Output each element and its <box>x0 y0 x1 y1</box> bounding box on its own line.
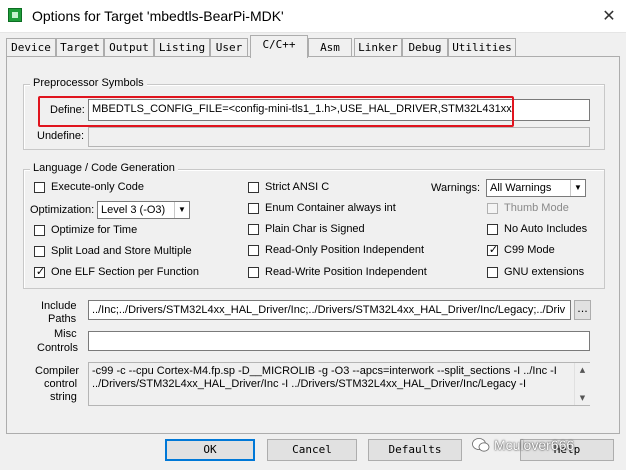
optimization-value: Level 3 (-O3) <box>101 204 166 216</box>
rw-position-checkbox[interactable] <box>248 267 259 278</box>
optimization-select[interactable]: Level 3 (-O3) ▼ <box>97 201 190 219</box>
split-load-checkbox[interactable] <box>34 246 45 257</box>
compiler-label-line3: string <box>50 391 77 403</box>
compiler-control-field[interactable]: -c99 -c --cpu Cortex-M4.fp.sp -D__MICROL… <box>88 362 590 406</box>
c99-mode-label: C99 Mode <box>504 244 555 256</box>
undefine-field[interactable] <box>88 127 590 147</box>
tab-cc[interactable]: C/C++ <box>250 35 308 58</box>
tab-device[interactable]: Device <box>6 38 56 57</box>
defaults-button[interactable]: Defaults <box>368 439 462 461</box>
optimize-time-label: Optimize for Time <box>51 224 138 236</box>
check-icon: ✓ <box>488 243 499 256</box>
one-elf-label: One ELF Section per Function <box>51 266 199 278</box>
misc-label-line2: Controls <box>37 342 78 354</box>
scroll-up-icon[interactable]: ▲ <box>575 363 590 377</box>
c99-mode-checkbox[interactable]: ✓ <box>487 243 499 256</box>
gnu-extensions-label: GNU extensions <box>504 266 585 278</box>
include-paths-field[interactable]: ../Inc;../Drivers/STM32L4xx_HAL_Driver/I… <box>88 300 571 320</box>
plain-char-checkbox[interactable] <box>248 224 259 235</box>
chevron-down-icon: ▼ <box>570 180 585 196</box>
tab-listing[interactable]: Listing <box>154 38 210 57</box>
optimize-time-checkbox[interactable] <box>34 225 45 236</box>
ro-position-checkbox[interactable] <box>248 245 259 256</box>
compiler-line-1: -c99 -c --cpu Cortex-M4.fp.sp -D__MICROL… <box>92 365 557 377</box>
wechat-icon <box>472 438 490 452</box>
check-icon: ✓ <box>35 265 46 278</box>
tab-debug[interactable]: Debug <box>402 38 448 57</box>
no-auto-includes-checkbox[interactable] <box>487 224 498 235</box>
close-icon[interactable]: ✕ <box>598 6 620 26</box>
enum-container-checkbox[interactable] <box>248 203 259 214</box>
include-browse-button[interactable]: ... <box>574 300 591 320</box>
scroll-down-icon[interactable]: ▼ <box>575 391 590 405</box>
include-label-line1: Include <box>41 300 77 312</box>
chevron-down-icon: ▼ <box>174 202 189 218</box>
rw-position-label: Read-Write Position Independent <box>265 266 427 278</box>
include-label-line2: Paths <box>48 313 77 325</box>
app-icon <box>8 8 22 22</box>
warnings-value: All Warnings <box>490 182 552 194</box>
compiler-scrollbar[interactable]: ▲ ▼ <box>574 363 590 405</box>
tab-output[interactable]: Output <box>104 38 154 57</box>
split-load-label: Split Load and Store Multiple <box>51 245 192 257</box>
gnu-extensions-checkbox[interactable] <box>487 267 498 278</box>
compiler-label-line2: control <box>44 378 78 390</box>
execute-only-label: Execute-only Code <box>51 181 144 193</box>
tab-user[interactable]: User <box>210 38 248 57</box>
plain-char-label: Plain Char is Signed <box>265 223 365 235</box>
language-group-label: Language / Code Generation <box>30 162 178 174</box>
watermark-text: Mculover666 <box>494 437 575 453</box>
tab-asm[interactable]: Asm <box>308 38 352 57</box>
window-title: Options for Target 'mbedtls-BearPi-MDK' <box>32 8 284 24</box>
strict-ansi-checkbox[interactable] <box>248 182 259 193</box>
ro-position-label: Read-Only Position Independent <box>265 244 424 256</box>
tab-linker[interactable]: Linker <box>354 38 402 57</box>
compiler-label-line1: Compiler <box>35 365 80 377</box>
tab-target[interactable]: Target <box>56 38 104 57</box>
cancel-button[interactable]: Cancel <box>267 439 357 461</box>
thumb-mode-checkbox <box>487 203 498 214</box>
one-elf-checkbox[interactable]: ✓ <box>34 265 46 278</box>
no-auto-includes-label: No Auto Includes <box>504 223 588 235</box>
tab-utilities[interactable]: Utilities <box>448 38 516 57</box>
warnings-select[interactable]: All Warnings ▼ <box>486 179 586 197</box>
compiler-line-2: ../Drivers/STM32L4xx_HAL_Driver/Inc -I .… <box>92 378 527 390</box>
thumb-mode-label: Thumb Mode <box>504 202 569 214</box>
undefine-label: Undefine: <box>37 130 85 142</box>
misc-label-line1: Misc <box>54 328 77 340</box>
ok-button[interactable]: OK <box>165 439 255 461</box>
warnings-label: Warnings: <box>431 182 481 194</box>
execute-only-checkbox[interactable] <box>34 182 45 193</box>
strict-ansi-label: Strict ANSI C <box>265 181 330 193</box>
highlight-box <box>38 96 514 127</box>
misc-controls-field[interactable] <box>88 331 590 351</box>
enum-container-label: Enum Container always int <box>265 202 396 214</box>
preprocessor-group-label: Preprocessor Symbols <box>30 77 147 89</box>
optimization-label: Optimization: <box>30 204 95 216</box>
